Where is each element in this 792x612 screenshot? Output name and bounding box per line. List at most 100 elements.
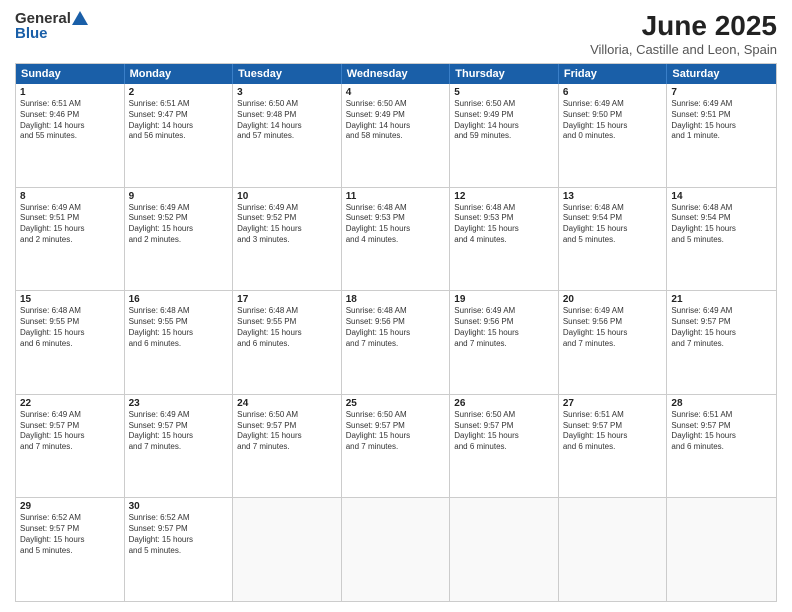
day-content: Sunrise: 6:49 AM Sunset: 9:57 PM Dayligh… (129, 410, 229, 453)
calendar-cell: 20Sunrise: 6:49 AM Sunset: 9:56 PM Dayli… (559, 291, 668, 394)
calendar-cell: 29Sunrise: 6:52 AM Sunset: 9:57 PM Dayli… (16, 498, 125, 601)
day-number: 27 (563, 398, 663, 409)
calendar-cell: 1Sunrise: 6:51 AM Sunset: 9:46 PM Daylig… (16, 84, 125, 187)
calendar-cell: 3Sunrise: 6:50 AM Sunset: 9:48 PM Daylig… (233, 84, 342, 187)
calendar-cell: 25Sunrise: 6:50 AM Sunset: 9:57 PM Dayli… (342, 395, 451, 498)
calendar-cell: 19Sunrise: 6:49 AM Sunset: 9:56 PM Dayli… (450, 291, 559, 394)
calendar-cell: 4Sunrise: 6:50 AM Sunset: 9:49 PM Daylig… (342, 84, 451, 187)
day-number: 20 (563, 294, 663, 305)
calendar-cell: 13Sunrise: 6:48 AM Sunset: 9:54 PM Dayli… (559, 188, 668, 291)
day-number: 10 (237, 191, 337, 202)
calendar-cell (667, 498, 776, 601)
day-content: Sunrise: 6:49 AM Sunset: 9:56 PM Dayligh… (454, 306, 554, 349)
day-content: Sunrise: 6:49 AM Sunset: 9:56 PM Dayligh… (563, 306, 663, 349)
day-number: 18 (346, 294, 446, 305)
day-number: 14 (671, 191, 772, 202)
day-number: 15 (20, 294, 120, 305)
header-tuesday: Tuesday (233, 64, 342, 84)
day-content: Sunrise: 6:50 AM Sunset: 9:48 PM Dayligh… (237, 99, 337, 142)
calendar-cell: 12Sunrise: 6:48 AM Sunset: 9:53 PM Dayli… (450, 188, 559, 291)
calendar-cell (342, 498, 451, 601)
calendar-row: 8Sunrise: 6:49 AM Sunset: 9:51 PM Daylig… (16, 187, 776, 291)
calendar-cell: 18Sunrise: 6:48 AM Sunset: 9:56 PM Dayli… (342, 291, 451, 394)
calendar-cell (559, 498, 668, 601)
calendar-cell: 10Sunrise: 6:49 AM Sunset: 9:52 PM Dayli… (233, 188, 342, 291)
title-month: June 2025 (590, 10, 777, 42)
calendar-cell: 22Sunrise: 6:49 AM Sunset: 9:57 PM Dayli… (16, 395, 125, 498)
day-number: 6 (563, 87, 663, 98)
day-content: Sunrise: 6:48 AM Sunset: 9:55 PM Dayligh… (237, 306, 337, 349)
header-monday: Monday (125, 64, 234, 84)
calendar-cell: 27Sunrise: 6:51 AM Sunset: 9:57 PM Dayli… (559, 395, 668, 498)
day-number: 7 (671, 87, 772, 98)
header-sunday: Sunday (16, 64, 125, 84)
day-number: 13 (563, 191, 663, 202)
header-thursday: Thursday (450, 64, 559, 84)
calendar-cell: 7Sunrise: 6:49 AM Sunset: 9:51 PM Daylig… (667, 84, 776, 187)
logo-blue: Blue (15, 25, 48, 42)
day-number: 5 (454, 87, 554, 98)
calendar-cell: 24Sunrise: 6:50 AM Sunset: 9:57 PM Dayli… (233, 395, 342, 498)
calendar-cell (233, 498, 342, 601)
day-content: Sunrise: 6:48 AM Sunset: 9:56 PM Dayligh… (346, 306, 446, 349)
day-number: 2 (129, 87, 229, 98)
day-content: Sunrise: 6:50 AM Sunset: 9:57 PM Dayligh… (346, 410, 446, 453)
calendar-cell: 17Sunrise: 6:48 AM Sunset: 9:55 PM Dayli… (233, 291, 342, 394)
calendar-cell: 21Sunrise: 6:49 AM Sunset: 9:57 PM Dayli… (667, 291, 776, 394)
day-content: Sunrise: 6:50 AM Sunset: 9:49 PM Dayligh… (346, 99, 446, 142)
calendar-row: 1Sunrise: 6:51 AM Sunset: 9:46 PM Daylig… (16, 84, 776, 187)
day-content: Sunrise: 6:49 AM Sunset: 9:51 PM Dayligh… (20, 203, 120, 246)
day-content: Sunrise: 6:48 AM Sunset: 9:54 PM Dayligh… (671, 203, 772, 246)
calendar-cell: 26Sunrise: 6:50 AM Sunset: 9:57 PM Dayli… (450, 395, 559, 498)
day-content: Sunrise: 6:49 AM Sunset: 9:52 PM Dayligh… (237, 203, 337, 246)
day-number: 1 (20, 87, 120, 98)
logo-icon (72, 10, 88, 26)
day-content: Sunrise: 6:51 AM Sunset: 9:47 PM Dayligh… (129, 99, 229, 142)
calendar-cell: 8Sunrise: 6:49 AM Sunset: 9:51 PM Daylig… (16, 188, 125, 291)
calendar-cell: 23Sunrise: 6:49 AM Sunset: 9:57 PM Dayli… (125, 395, 234, 498)
day-number: 29 (20, 501, 120, 512)
header-wednesday: Wednesday (342, 64, 451, 84)
day-number: 28 (671, 398, 772, 409)
day-content: Sunrise: 6:50 AM Sunset: 9:57 PM Dayligh… (454, 410, 554, 453)
day-number: 9 (129, 191, 229, 202)
calendar-row: 29Sunrise: 6:52 AM Sunset: 9:57 PM Dayli… (16, 497, 776, 601)
day-number: 22 (20, 398, 120, 409)
day-content: Sunrise: 6:52 AM Sunset: 9:57 PM Dayligh… (129, 513, 229, 556)
day-content: Sunrise: 6:51 AM Sunset: 9:57 PM Dayligh… (671, 410, 772, 453)
calendar-cell: 6Sunrise: 6:49 AM Sunset: 9:50 PM Daylig… (559, 84, 668, 187)
page: General Blue June 2025 Villoria, Castill… (0, 0, 792, 612)
calendar-row: 22Sunrise: 6:49 AM Sunset: 9:57 PM Dayli… (16, 394, 776, 498)
day-content: Sunrise: 6:50 AM Sunset: 9:49 PM Dayligh… (454, 99, 554, 142)
day-content: Sunrise: 6:48 AM Sunset: 9:54 PM Dayligh… (563, 203, 663, 246)
day-content: Sunrise: 6:51 AM Sunset: 9:46 PM Dayligh… (20, 99, 120, 142)
logo: General Blue (15, 10, 88, 42)
day-content: Sunrise: 6:50 AM Sunset: 9:57 PM Dayligh… (237, 410, 337, 453)
day-content: Sunrise: 6:48 AM Sunset: 9:55 PM Dayligh… (20, 306, 120, 349)
day-number: 8 (20, 191, 120, 202)
header-row: General Blue June 2025 Villoria, Castill… (15, 10, 777, 57)
day-content: Sunrise: 6:49 AM Sunset: 9:50 PM Dayligh… (563, 99, 663, 142)
day-number: 3 (237, 87, 337, 98)
day-number: 11 (346, 191, 446, 202)
day-number: 17 (237, 294, 337, 305)
day-number: 16 (129, 294, 229, 305)
calendar-cell: 30Sunrise: 6:52 AM Sunset: 9:57 PM Dayli… (125, 498, 234, 601)
calendar-body: 1Sunrise: 6:51 AM Sunset: 9:46 PM Daylig… (16, 84, 776, 601)
calendar-row: 15Sunrise: 6:48 AM Sunset: 9:55 PM Dayli… (16, 290, 776, 394)
calendar: Sunday Monday Tuesday Wednesday Thursday… (15, 63, 777, 602)
day-number: 26 (454, 398, 554, 409)
calendar-cell: 9Sunrise: 6:49 AM Sunset: 9:52 PM Daylig… (125, 188, 234, 291)
calendar-cell: 16Sunrise: 6:48 AM Sunset: 9:55 PM Dayli… (125, 291, 234, 394)
calendar-cell: 5Sunrise: 6:50 AM Sunset: 9:49 PM Daylig… (450, 84, 559, 187)
day-number: 23 (129, 398, 229, 409)
day-content: Sunrise: 6:52 AM Sunset: 9:57 PM Dayligh… (20, 513, 120, 556)
day-content: Sunrise: 6:49 AM Sunset: 9:57 PM Dayligh… (671, 306, 772, 349)
calendar-cell: 11Sunrise: 6:48 AM Sunset: 9:53 PM Dayli… (342, 188, 451, 291)
day-number: 12 (454, 191, 554, 202)
day-number: 4 (346, 87, 446, 98)
day-content: Sunrise: 6:49 AM Sunset: 9:57 PM Dayligh… (20, 410, 120, 453)
calendar-cell: 28Sunrise: 6:51 AM Sunset: 9:57 PM Dayli… (667, 395, 776, 498)
calendar-header: Sunday Monday Tuesday Wednesday Thursday… (16, 64, 776, 84)
day-number: 25 (346, 398, 446, 409)
